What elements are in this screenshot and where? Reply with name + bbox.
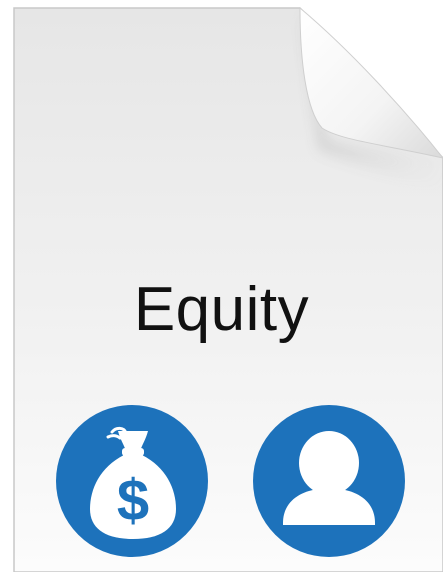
person-icon <box>253 405 405 557</box>
document-file-icon: Equity $ <box>0 0 443 572</box>
money-bag-icon: $ <box>56 405 208 557</box>
dollar-symbol: $ <box>117 468 149 533</box>
document-title: Equity <box>133 275 310 344</box>
